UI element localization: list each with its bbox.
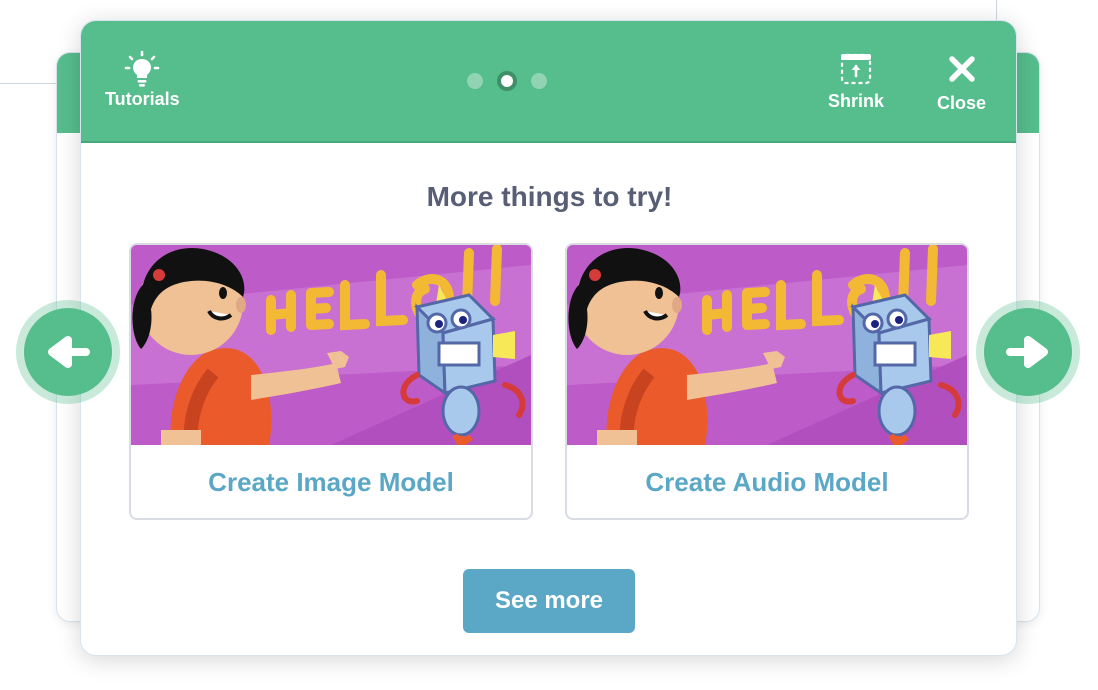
tile-illustration — [131, 245, 531, 445]
see-more-button[interactable]: See more — [463, 569, 635, 633]
background-divider — [996, 0, 997, 22]
arrow-right-icon — [1006, 336, 1048, 368]
close-button[interactable]: Close — [937, 53, 986, 114]
page-title: More things to try! — [426, 181, 673, 212]
tile-label: Create Image Model — [208, 467, 454, 497]
pagination-dot[interactable] — [531, 73, 547, 89]
background-divider — [0, 83, 56, 84]
shrink-icon — [840, 53, 872, 85]
shrink-button[interactable]: Shrink — [828, 51, 884, 112]
arrow-left-icon — [48, 336, 90, 368]
card-pagination — [467, 71, 547, 91]
tile-illustration — [567, 245, 967, 445]
pagination-dot-active[interactable] — [497, 71, 517, 91]
pagination-dot[interactable] — [467, 73, 483, 89]
create-image-model-tile[interactable]: Create Image Model — [129, 243, 533, 520]
next-button[interactable] — [976, 300, 1080, 404]
tile-label: Create Audio Model — [645, 467, 889, 497]
create-audio-model-tile[interactable]: Create Audio Model — [565, 243, 969, 520]
previous-button[interactable] — [16, 300, 120, 404]
tutorials-button[interactable]: Tutorials — [105, 49, 180, 110]
shrink-label: Shrink — [828, 91, 885, 111]
tutorials-label: Tutorials — [105, 89, 180, 109]
tutorial-modal-stage: Tutorials Shrink Close More things to tr… — [0, 0, 1098, 690]
close-icon — [948, 56, 975, 82]
lightbulb-icon — [125, 50, 160, 87]
card-header: Tutorials Shrink Close — [81, 21, 1016, 143]
tutorial-card: Tutorials Shrink Close More things to tr… — [80, 20, 1017, 656]
close-label: Close — [937, 93, 987, 113]
